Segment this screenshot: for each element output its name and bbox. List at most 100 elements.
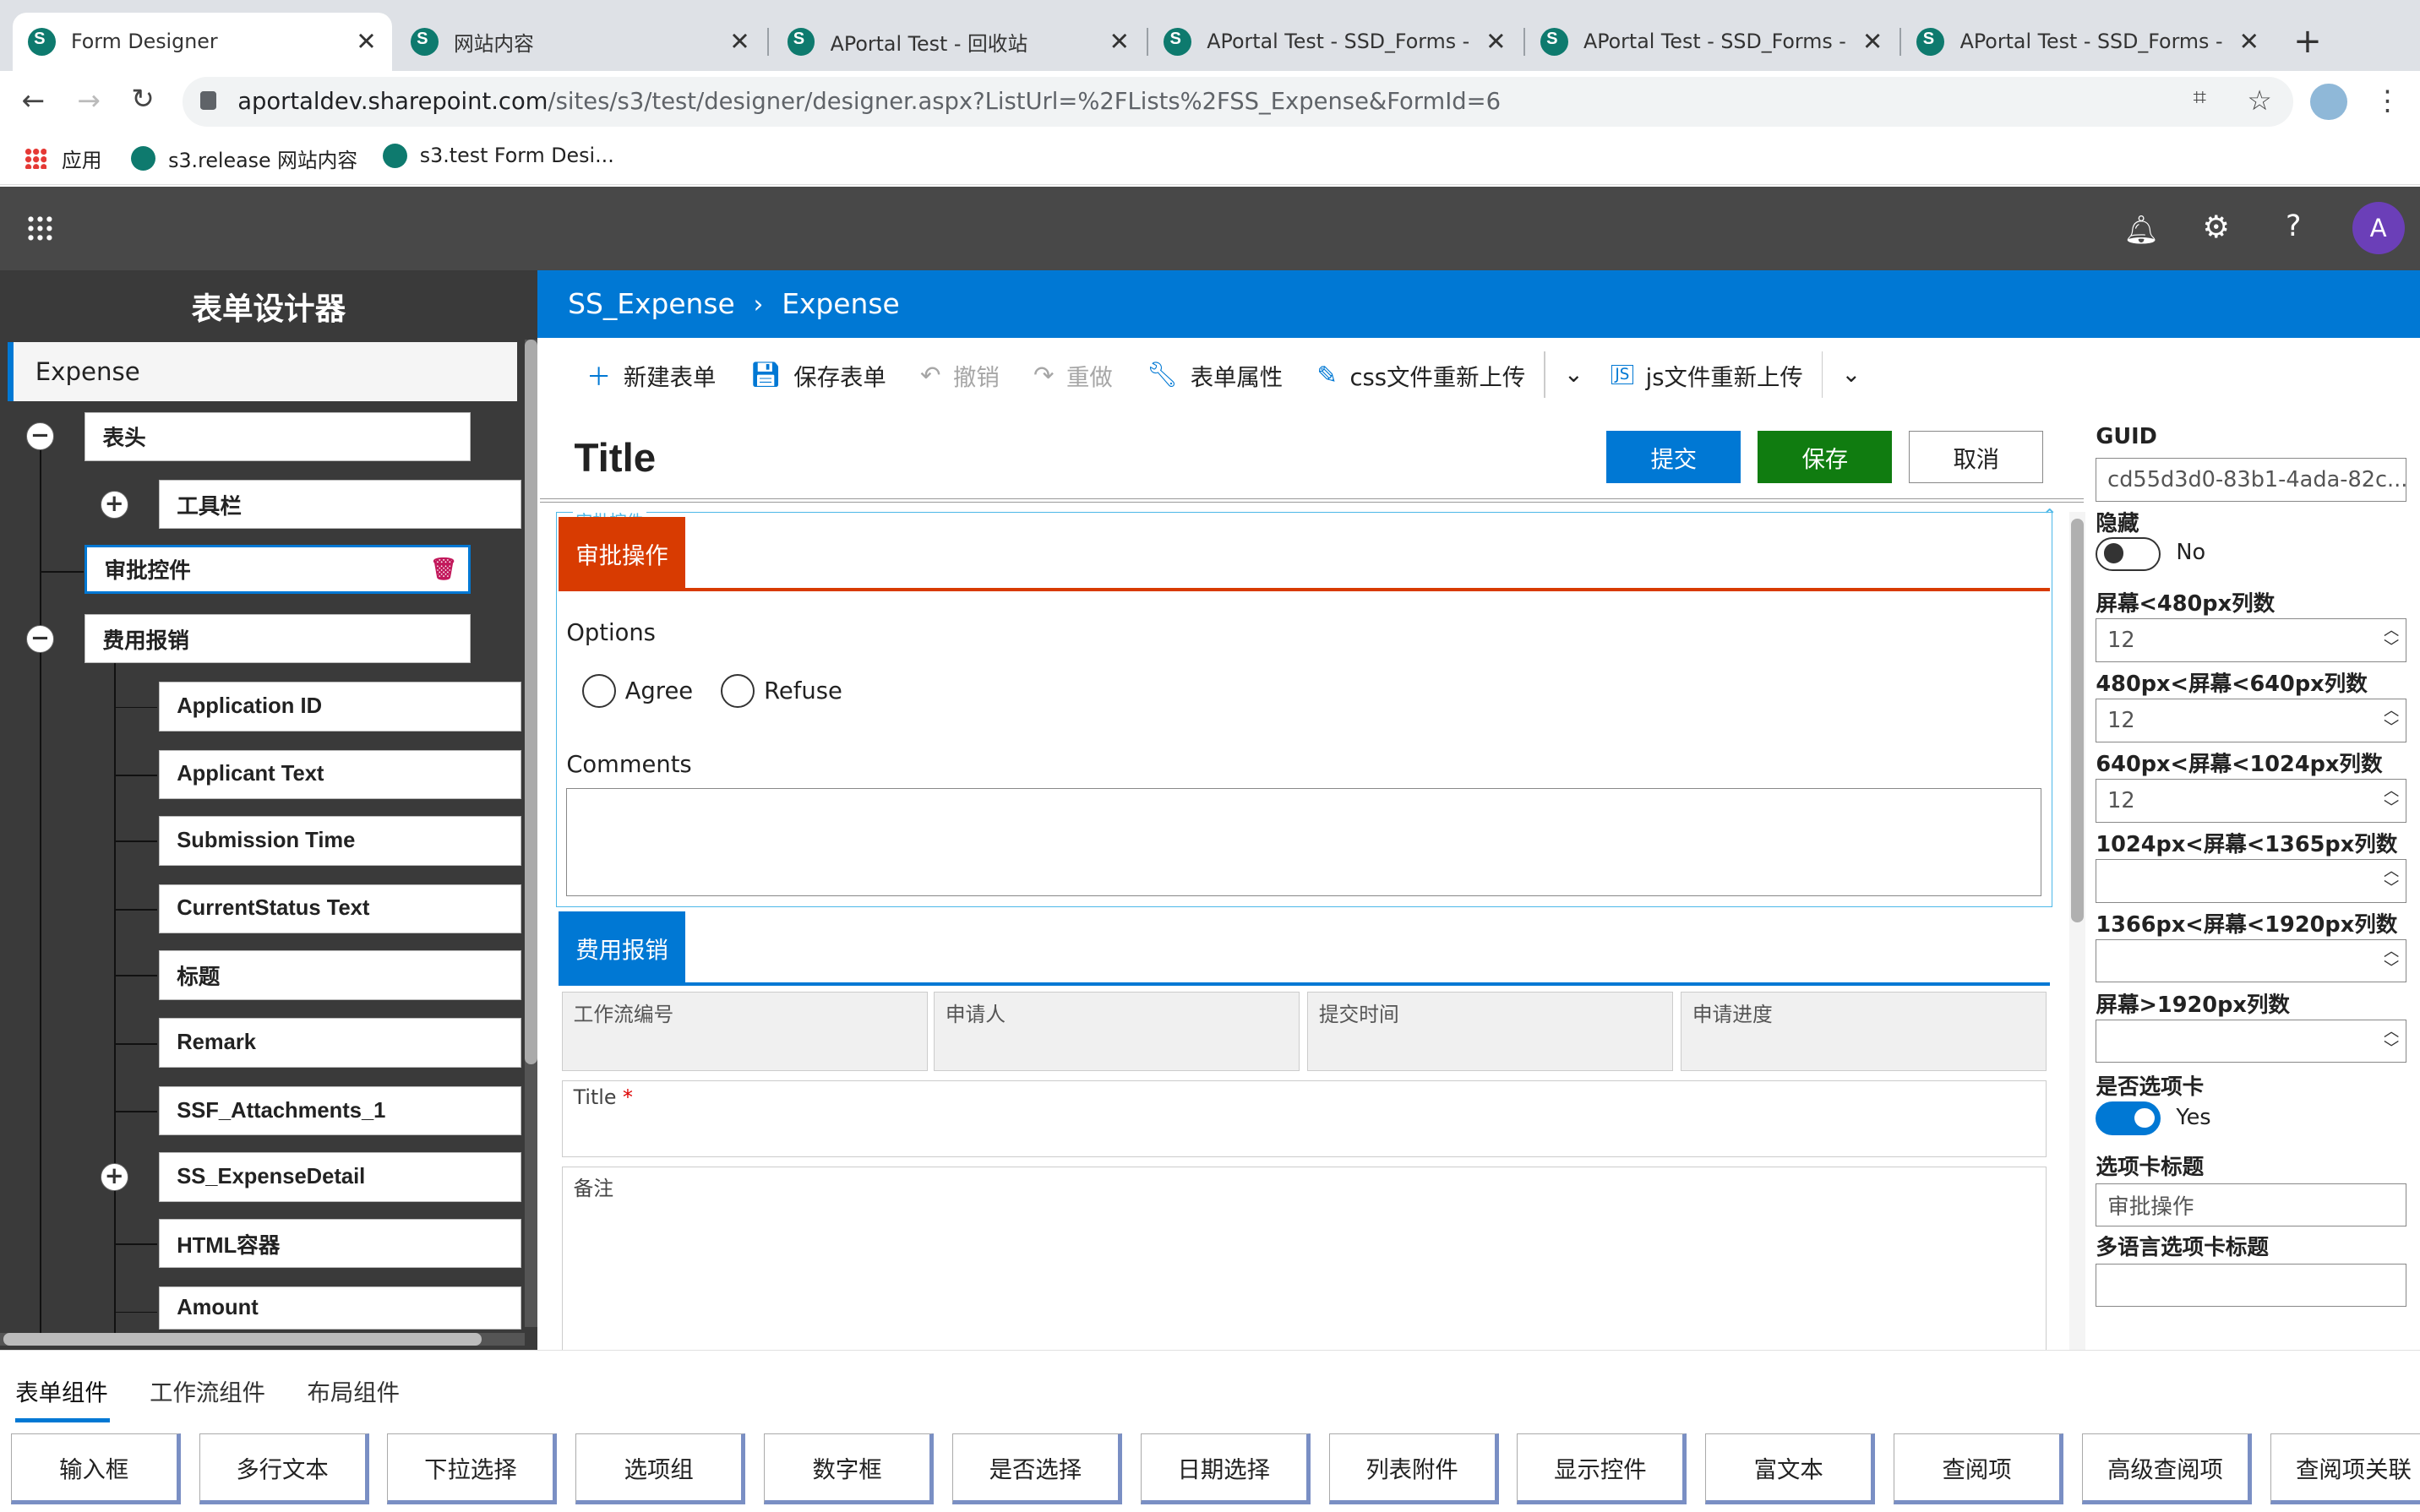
spinner-icon[interactable]: ︿ ﹀: [2384, 782, 2399, 817]
tool-date[interactable]: 日期选择: [1140, 1433, 1311, 1504]
collapse-expense-toggle[interactable]: −: [26, 624, 54, 653]
help-icon[interactable]: ?: [2286, 209, 2301, 243]
agree-radio[interactable]: Agree: [581, 674, 693, 709]
bell-icon[interactable]: 🔔︎: [2123, 213, 2159, 247]
tree-horizontal-scrollbar[interactable]: [0, 1333, 525, 1346]
bookmark-test[interactable]: s3.test Form Desi...: [382, 143, 614, 169]
close-icon[interactable]: ✕: [2239, 27, 2259, 56]
forward-arrow-icon[interactable]: →: [77, 84, 101, 117]
submit-time-field[interactable]: 提交时间: [1307, 992, 1673, 1071]
expand-toolbar-toggle[interactable]: +: [100, 490, 128, 519]
tool-lookup[interactable]: 查阅项: [1894, 1433, 2064, 1504]
tab-title-input[interactable]: 审批操作: [2096, 1183, 2406, 1227]
comments-textarea[interactable]: [566, 788, 2042, 897]
canvas-scrollbar[interactable]: [2069, 512, 2085, 1351]
tool-yes-no[interactable]: 是否选择: [951, 1433, 1122, 1504]
col-640-1024-input[interactable]: 12 ︿ ﹀: [2096, 779, 2406, 823]
browser-tab-ssd-forms-2[interactable]: APortal Test - SSD_Forms - ✕: [1525, 13, 1899, 71]
tool-display[interactable]: 显示控件: [1517, 1433, 1687, 1504]
browser-tab-site-content[interactable]: 网站内容 ✕: [395, 13, 766, 71]
profile-avatar[interactable]: [2310, 83, 2348, 121]
is-tab-toggle[interactable]: [2096, 1101, 2161, 1136]
tool-multiline[interactable]: 多行文本: [199, 1433, 369, 1504]
tree-node-expense-detail[interactable]: SS_ExpenseDetail: [159, 1152, 522, 1202]
tree-node-current-status[interactable]: CurrentStatus Text: [159, 884, 522, 934]
close-icon[interactable]: ✕: [1862, 27, 1883, 56]
tree-vertical-scrollbar[interactable]: [525, 339, 537, 1327]
guid-input[interactable]: cd55d3d0-83b1-4ada-82c...: [2096, 458, 2406, 502]
tree-node-application-id[interactable]: Application ID: [159, 682, 522, 732]
spinner-icon[interactable]: ︿ ﹀: [2384, 623, 2399, 656]
col-1366-1920-input[interactable]: ︿ ﹀: [2096, 939, 2406, 983]
browser-tab-ssd-forms-3[interactable]: APortal Test - SSD_Forms - ✕: [1901, 13, 2275, 71]
gear-icon[interactable]: ⚙: [2202, 209, 2230, 245]
browser-tab-form-designer[interactable]: Form Designer ✕: [12, 12, 392, 72]
tree-node-submission-time[interactable]: Submission Time: [159, 816, 522, 866]
close-icon[interactable]: ✕: [729, 27, 749, 56]
applicant-field[interactable]: 申请人: [934, 992, 1300, 1071]
form-properties-button[interactable]: 🔧︎ 表单属性: [1147, 358, 1283, 392]
save-form-button[interactable]: 💾︎ 保存表单: [750, 358, 886, 392]
tree-node-remark[interactable]: Remark: [159, 1018, 522, 1068]
close-icon[interactable]: ✕: [1109, 27, 1130, 56]
title-field[interactable]: Title *: [561, 1080, 2047, 1157]
js-dropdown-chevron-icon[interactable]: ⌄: [1841, 362, 1861, 388]
collapse-up-icon[interactable]: ⌃: [2041, 506, 2057, 527]
tree-node-toolbar[interactable]: 工具栏: [159, 480, 522, 530]
col-lt480-input[interactable]: 12 ︿ ﹀: [2096, 618, 2406, 662]
tool-list-attachment[interactable]: 列表附件: [1328, 1433, 1499, 1504]
new-tab-button[interactable]: +: [2293, 22, 2322, 61]
redo-button[interactable]: ↷ 重做: [1033, 358, 1113, 392]
tool-input[interactable]: 输入框: [10, 1433, 181, 1504]
tab-layout-components[interactable]: 布局组件: [307, 1373, 400, 1407]
tree-node-header[interactable]: 表头: [84, 411, 471, 462]
col-1024-1365-input[interactable]: ︿ ﹀: [2096, 859, 2406, 903]
css-upload-button[interactable]: ✎ css文件重新上传: [1316, 358, 1525, 392]
user-avatar[interactable]: A: [2352, 202, 2405, 255]
tab-approval[interactable]: 审批操作: [559, 516, 685, 590]
js-upload-button[interactable]: JS js文件重新上传: [1611, 358, 1803, 392]
tree-node-approval[interactable]: 审批控件 🗑︎: [84, 544, 471, 595]
tool-number[interactable]: 数字框: [764, 1433, 935, 1504]
bookmark-release[interactable]: s3.release 网站内容: [131, 144, 357, 173]
ml-tab-title-input[interactable]: [2096, 1263, 2406, 1308]
submit-button[interactable]: 提交: [1606, 430, 1741, 483]
spinner-icon[interactable]: ︿ ﹀: [2384, 862, 2399, 897]
new-form-button[interactable]: ＋ 新建表单: [586, 357, 716, 393]
tool-rich-text[interactable]: 富文本: [1705, 1433, 1876, 1504]
translate-icon[interactable]: ⌗: [2193, 84, 2205, 111]
tab-workflow-components[interactable]: 工作流组件: [150, 1373, 265, 1407]
remark-field[interactable]: 备注: [561, 1166, 2047, 1352]
tool-advanced-lookup[interactable]: 高级查阅项: [2081, 1433, 2252, 1504]
kebab-menu-icon[interactable]: ⋮: [2374, 84, 2401, 117]
tab-expense[interactable]: 费用报销: [559, 911, 685, 985]
back-arrow-icon[interactable]: ←: [22, 84, 46, 117]
star-icon[interactable]: ☆: [2247, 84, 2271, 117]
hidden-toggle[interactable]: [2096, 536, 2161, 571]
breadcrumb-site[interactable]: SS_Expense: [568, 287, 735, 320]
tree-node-attachments[interactable]: SSF_Attachments_1: [159, 1085, 522, 1136]
close-icon[interactable]: ✕: [1485, 27, 1506, 56]
spinner-icon[interactable]: ︿ ﹀: [2384, 702, 2399, 737]
reload-icon[interactable]: ↻: [131, 82, 155, 115]
trash-icon[interactable]: 🗑︎: [430, 557, 457, 582]
tool-dropdown[interactable]: 下拉选择: [387, 1433, 558, 1504]
tab-form-components[interactable]: 表单组件: [15, 1373, 108, 1407]
tool-lookup-association[interactable]: 查阅项关联: [2270, 1433, 2420, 1504]
tree-node-applicant-text[interactable]: Applicant Text: [159, 749, 522, 800]
tree-node-expense[interactable]: 费用报销: [84, 613, 471, 664]
progress-field[interactable]: 申请进度: [1681, 992, 2047, 1071]
spinner-icon[interactable]: ︿ ﹀: [2384, 943, 2399, 977]
tree-node-amount[interactable]: Amount: [159, 1286, 522, 1330]
save-button[interactable]: 保存: [1758, 430, 1893, 483]
cancel-button[interactable]: 取消: [1909, 430, 2044, 483]
tree-node-title[interactable]: 标题: [159, 950, 522, 1000]
close-icon[interactable]: ✕: [356, 27, 376, 56]
refuse-radio[interactable]: Refuse: [720, 674, 842, 709]
col-480-640-input[interactable]: 12 ︿ ﹀: [2096, 699, 2406, 742]
workflow-id-field[interactable]: 工作流编号: [561, 992, 928, 1071]
tree-node-html-container[interactable]: HTML容器: [159, 1218, 522, 1269]
undo-button[interactable]: ↶ 撤销: [920, 358, 1000, 392]
spinner-icon[interactable]: ︿ ﹀: [2384, 1023, 2399, 1058]
tool-option-group[interactable]: 选项组: [575, 1433, 746, 1504]
